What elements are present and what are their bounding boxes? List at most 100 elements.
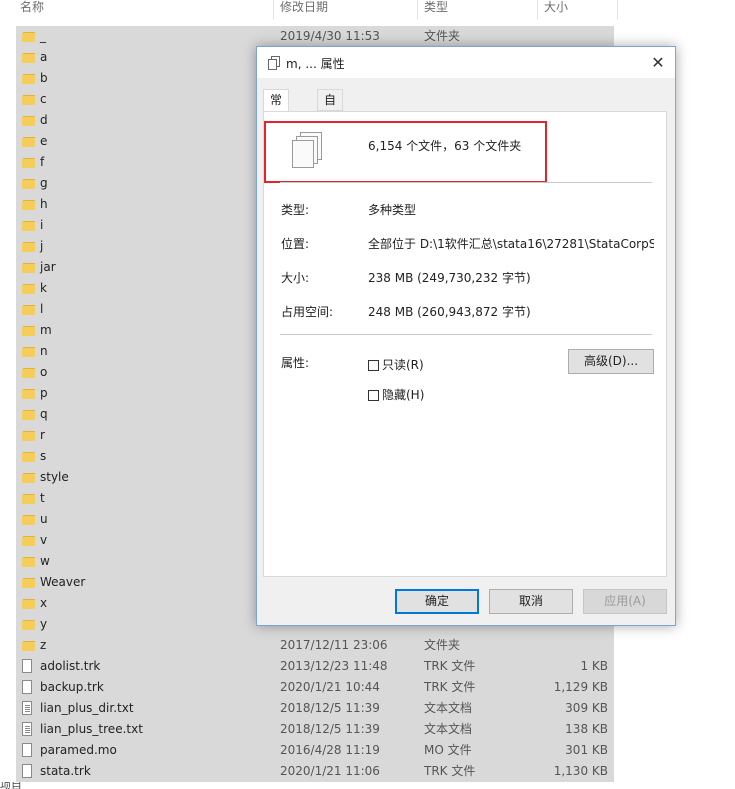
checkbox-icon[interactable] — [368, 390, 379, 401]
file-type: 文本文档 — [424, 722, 473, 736]
file-name: z — [40, 638, 47, 652]
properties-dialog: m, ... 属性 ✕ 常规 自定义 6,154 个文件，63 个文件夹 类型:… — [256, 46, 676, 626]
file-name: jar — [40, 260, 56, 274]
divider — [280, 182, 652, 183]
folder-icon — [22, 346, 36, 357]
file-row[interactable]: stata.trk 2020/1/21 11:06 TRK 文件 1,130 KB — [16, 761, 614, 782]
column-type[interactable]: 类型 — [418, 0, 536, 20]
folder-icon — [22, 598, 36, 609]
folder-icon — [22, 157, 36, 168]
file-row[interactable]: backup.trk 2020/1/21 10:44 TRK 文件 1,129 KB — [16, 677, 614, 698]
readonly-label: 只读(R) — [382, 358, 424, 372]
folder-icon — [22, 493, 36, 504]
column-name[interactable]: 名称 — [14, 0, 272, 20]
file-size: 1 KB — [580, 659, 608, 673]
folder-icon — [22, 388, 36, 399]
file-row[interactable]: lian_plus_tree.txt 2018/12/5 11:39 文本文档 138… — [16, 719, 614, 740]
checkbox-icon[interactable] — [368, 360, 379, 371]
column-date[interactable]: 修改日期 — [274, 0, 416, 20]
folder-icon — [22, 409, 36, 420]
file-row[interactable]: lian_plus_dir.txt 2018/12/5 11:39 文本文档 309 … — [16, 698, 614, 719]
file-name: r — [40, 428, 45, 442]
file-icon — [22, 764, 32, 778]
file-name: e — [40, 134, 48, 148]
location-value: 全部位于 D:\1软件汇总\stata16\27281\StataCorpSt — [368, 237, 654, 251]
advanced-button[interactable]: 高级(D)... — [568, 349, 654, 374]
dialog-titlebar[interactable]: m, ... 属性 ✕ — [257, 47, 675, 78]
file-size: 1,129 KB — [553, 680, 608, 694]
folder-icon — [22, 178, 36, 189]
file-type: 文件夹 — [424, 29, 461, 43]
size-label: 大小: — [281, 271, 310, 285]
folder-icon — [22, 73, 36, 84]
file-name: s — [40, 449, 47, 463]
file-row[interactable]: paramed.mo 2016/4/28 11:19 MO 文件 301 KB — [16, 740, 614, 761]
divider — [280, 334, 652, 335]
file-icon — [22, 743, 32, 757]
column-type-label: 类型 — [424, 0, 449, 14]
file-name: i — [40, 218, 44, 232]
file-name: k — [40, 281, 47, 295]
file-name: a — [40, 50, 48, 64]
file-type: 文本文档 — [424, 701, 473, 715]
file-date: 2018/12/5 11:39 — [280, 722, 380, 736]
folder-icon — [22, 115, 36, 126]
tab-general[interactable]: 常规 — [263, 89, 290, 127]
close-icon[interactable]: ✕ — [641, 47, 675, 78]
apply-button[interactable]: 应用(A) — [583, 589, 667, 614]
folder-icon — [22, 430, 36, 441]
folder-icon — [22, 136, 36, 147]
file-name: backup.trk — [40, 680, 104, 694]
file-date: 2016/4/28 11:19 — [280, 743, 380, 757]
file-size: 301 KB — [565, 743, 608, 757]
ok-button[interactable]: 确定 — [395, 589, 479, 614]
file-name: l — [40, 302, 44, 316]
folder-icon — [22, 556, 36, 567]
file-row[interactable]: _ 2019/4/30 11:53 文件夹 — [16, 26, 614, 47]
folder-icon — [22, 325, 36, 336]
file-name: j — [40, 239, 44, 253]
multiple-files-icon — [268, 56, 280, 70]
cancel-button[interactable]: 取消 — [489, 589, 573, 614]
file-type: MO 文件 — [424, 743, 472, 757]
file-name: q — [40, 407, 48, 421]
file-name: lian_plus_dir.txt — [40, 701, 134, 715]
file-name: y — [40, 617, 48, 631]
folder-icon — [22, 367, 36, 378]
text-file-icon — [22, 701, 32, 715]
type-value: 多种类型 — [368, 203, 417, 217]
file-size: 1,130 KB — [553, 764, 608, 778]
file-name: w — [40, 554, 50, 568]
folder-icon — [22, 52, 36, 63]
folder-icon — [22, 577, 36, 588]
file-name: _ — [40, 29, 46, 43]
disk-size-value: 248 MB (260,943,872 字节) — [368, 305, 531, 319]
file-size: 138 KB — [565, 722, 608, 736]
file-size: 309 KB — [565, 701, 608, 715]
file-name: b — [40, 71, 48, 85]
folder-icon — [22, 640, 36, 651]
folder-icon — [22, 514, 36, 525]
file-name: m — [40, 323, 52, 337]
dialog-title: m, ... 属性 — [286, 57, 345, 71]
file-name: g — [40, 176, 48, 190]
file-name: paramed.mo — [40, 743, 117, 757]
tab-custom[interactable]: 自定义 — [317, 89, 344, 147]
file-type: TRK 文件 — [424, 659, 476, 673]
file-name: o — [40, 365, 48, 379]
highlight-box — [264, 121, 547, 183]
file-row[interactable]: z 2017/12/11 23:06 文件夹 — [16, 635, 614, 656]
column-size[interactable]: 大小 — [538, 0, 618, 20]
file-row[interactable]: adolist.trk 2013/12/23 11:48 TRK 文件 1 KB — [16, 656, 614, 677]
file-name: Weaver — [40, 575, 86, 589]
column-date-label: 修改日期 — [280, 0, 329, 14]
file-name: u — [40, 512, 48, 526]
readonly-checkbox[interactable]: 只读(R) — [368, 356, 424, 373]
file-name: p — [40, 386, 48, 400]
column-separator[interactable] — [617, 0, 618, 20]
column-size-label: 大小 — [544, 0, 569, 14]
column-name-label: 名称 — [20, 0, 45, 14]
file-icon — [22, 680, 32, 694]
hidden-checkbox[interactable]: 隐藏(H) — [368, 386, 424, 403]
folder-icon — [22, 472, 36, 483]
